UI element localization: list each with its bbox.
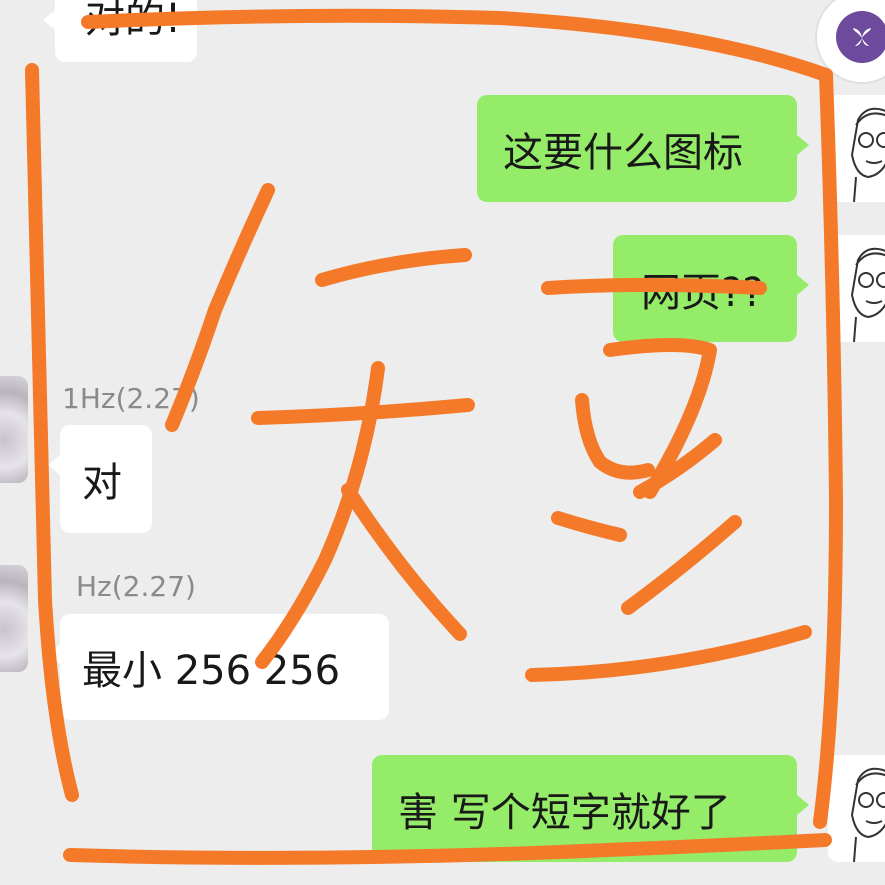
sketch-face-avatar-icon: [850, 767, 885, 862]
annotation-stroke: [251, 398, 475, 425]
message-bubble-incoming[interactable]: 最小 256 256: [48, 614, 389, 720]
purple-flower-logo-icon: [836, 11, 885, 63]
annotation-stroke: [315, 248, 472, 287]
annotation-stroke: [603, 338, 717, 499]
annotation-stroke: [341, 483, 467, 641]
avatar-contact[interactable]: [0, 565, 28, 672]
message-text: 对的!: [85, 0, 182, 42]
floating-app-badge[interactable]: [815, 0, 885, 84]
avatar-self[interactable]: [828, 235, 885, 342]
sketch-face-avatar-icon: [850, 107, 885, 202]
annotation-stroke: [525, 625, 812, 682]
annotation-stroke: [621, 515, 742, 615]
message-bubble-incoming[interactable]: 对: [48, 425, 152, 533]
annotation-stroke: [575, 393, 655, 480]
message-bubble-incoming[interactable]: 对的!: [43, 0, 197, 62]
avatar-self[interactable]: [828, 755, 885, 862]
avatar-self[interactable]: [828, 95, 885, 202]
message-text: 害 写个短字就好了: [398, 789, 731, 836]
avatar-contact[interactable]: [0, 376, 28, 483]
annotation-stroke: [633, 433, 722, 499]
message-bubble-outgoing[interactable]: 害 写个短字就好了: [372, 755, 809, 862]
message-text: 对: [82, 460, 122, 506]
annotation-stroke: [551, 511, 627, 542]
message-text: 最小 256 256: [82, 648, 341, 694]
sender-name: 1Hz(2.27): [62, 382, 200, 415]
annotation-frame-top: [81, 8, 833, 82]
message-text: 这要什么图标: [503, 129, 743, 176]
sketch-face-avatar-icon: [850, 247, 885, 342]
message-bubble-outgoing[interactable]: 这要什么图标: [477, 95, 809, 202]
sender-name: Hz(2.27): [76, 570, 196, 603]
message-text: 网页??: [641, 269, 764, 316]
message-bubble-outgoing[interactable]: 网页??: [613, 235, 809, 342]
